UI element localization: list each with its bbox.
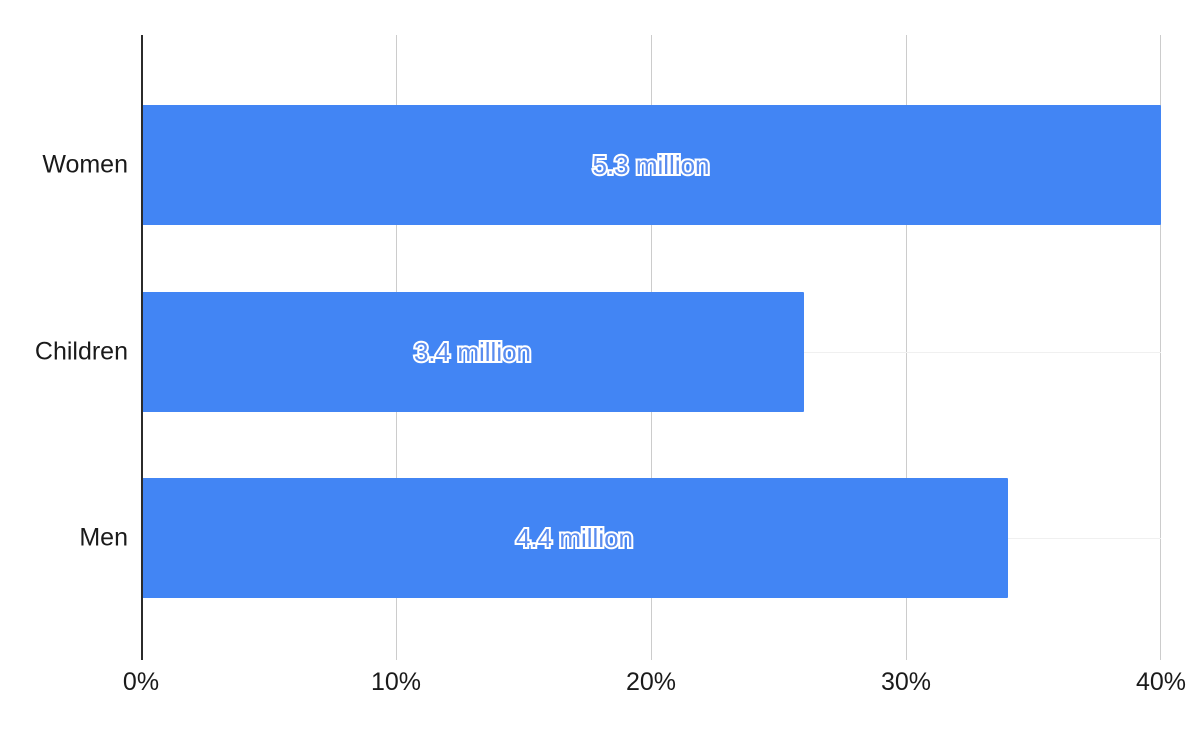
x-tick-label-10: 10% <box>370 668 422 696</box>
bar-band-men: 4.4 million 4.4 million <box>141 478 1161 598</box>
bar-label-women: 5.3 million 5.3 million <box>141 105 1161 225</box>
x-tick-label-40: 40% <box>1135 668 1187 696</box>
bar-label-women-text: 5.3 million <box>592 149 710 180</box>
bar-label-men: 4.4 million 4.4 million <box>141 478 1008 598</box>
x-tick-label-0: 0% <box>122 668 160 696</box>
y-tick-label-children: Children <box>34 337 128 366</box>
y-tick-label-women: Women <box>42 150 128 179</box>
y-axis-line <box>141 35 143 660</box>
y-tick-label-men: Men <box>79 523 128 552</box>
x-tick-label-30: 30% <box>880 668 932 696</box>
bar-label-men-text: 4.4 million <box>515 522 634 553</box>
bar-label-children: 3.4 million 3.4 million <box>141 292 804 412</box>
x-tick-label-20: 20% <box>625 668 677 696</box>
bar-label-children-text: 3.4 million <box>413 336 532 367</box>
bar-chart: 5.3 million 5.3 million 3.4 million 3.4 … <box>0 0 1200 742</box>
bar-band-children: 3.4 million 3.4 million <box>141 292 1161 412</box>
bar-band-women: 5.3 million 5.3 million <box>141 105 1161 225</box>
plot-area: 5.3 million 5.3 million 3.4 million 3.4 … <box>141 35 1161 660</box>
